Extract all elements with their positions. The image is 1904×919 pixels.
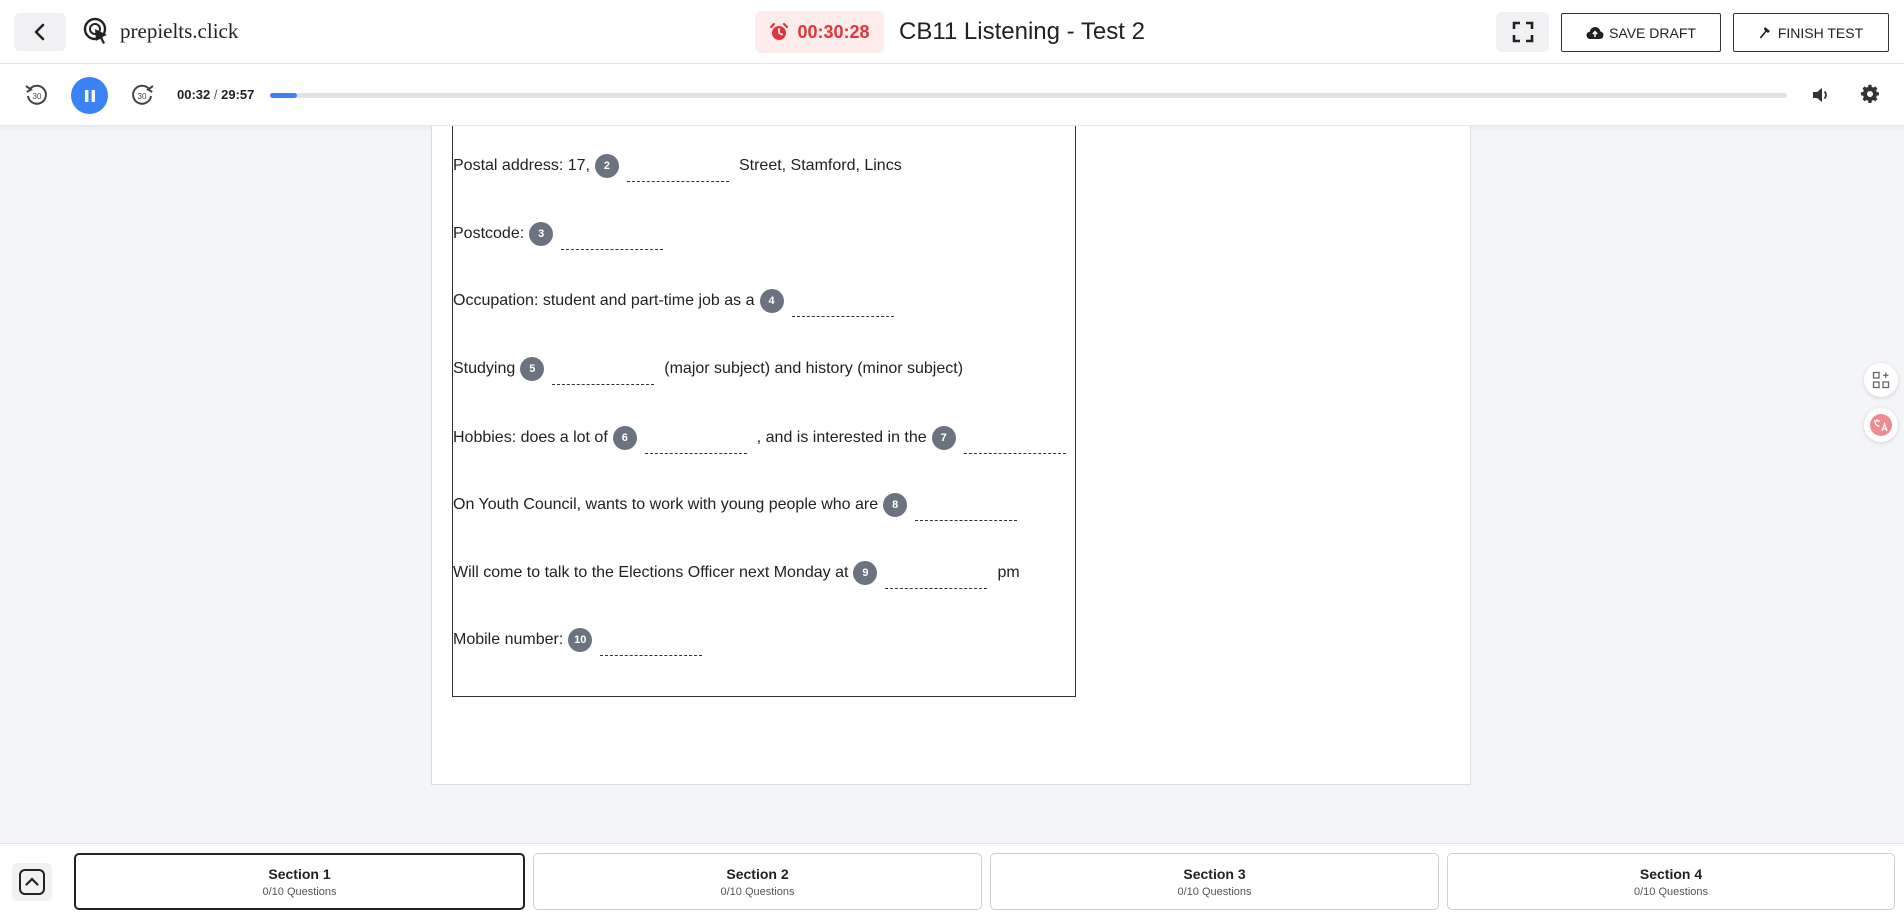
question-8-text: On Youth Council, wants to work with you…	[453, 496, 879, 513]
question-10-number: 10	[568, 628, 593, 652]
logo-text: prepielts.click	[120, 18, 239, 43]
chevron-up-icon	[19, 869, 45, 895]
section-tab-1-name: Section 1	[268, 865, 331, 882]
question-5-suffix: (major subject) and history (minor subje…	[664, 360, 964, 377]
question-9-input[interactable]	[885, 569, 988, 589]
question-line-4: Occupation: student and part-time job as…	[453, 289, 904, 317]
finish-test-label: FINISH TEST	[1777, 24, 1864, 41]
alarm-clock-icon	[770, 22, 789, 40]
question-8-input[interactable]	[915, 501, 1018, 521]
question-7-input[interactable]	[963, 434, 1066, 454]
audio-progress-fill	[270, 93, 298, 98]
question-line-10: Mobile number: 10	[453, 628, 712, 656]
section-tab-4[interactable]: Section 4 0/10 Questions	[1447, 853, 1895, 910]
countdown-timer: 00:30:28	[755, 11, 884, 53]
question-2-input[interactable]	[626, 162, 729, 182]
top-header: prepielts.click 00:30:28 CB11 Listening …	[0, 0, 1904, 64]
question-5-input[interactable]	[552, 365, 655, 385]
translate-button[interactable]	[1864, 408, 1898, 442]
question-line-5: Studying 5 (major subject) and history (…	[453, 357, 964, 385]
hammer-icon	[1759, 26, 1770, 38]
save-draft-label: SAVE DRAFT	[1609, 24, 1696, 41]
fullscreen-icon	[1512, 21, 1533, 43]
section-tab-2[interactable]: Section 2 0/10 Questions	[533, 853, 982, 910]
section-tab-3-name: Section 3	[1183, 865, 1246, 882]
question-6-number: 6	[612, 426, 637, 450]
volume-button[interactable]	[1809, 84, 1833, 108]
question-10-input[interactable]	[600, 636, 703, 656]
playback-time: 00:32 / 29:57	[177, 87, 254, 102]
question-9-text: Will come to talk to the Elections Offic…	[453, 564, 849, 581]
finish-test-button[interactable]: FINISH TEST	[1733, 13, 1889, 52]
audio-player: 30 30 00:32 / 29:57	[0, 64, 1904, 126]
cloud-upload-icon	[1586, 26, 1604, 39]
question-4-number: 4	[759, 289, 784, 313]
question-line-8: On Youth Council, wants to work with you…	[453, 493, 1027, 521]
question-3-input[interactable]	[561, 230, 664, 250]
timer-value: 00:30:28	[797, 21, 870, 42]
question-6-suffix: , and is interested in the	[756, 429, 927, 446]
section-tab-1[interactable]: Section 1 0/10 Questions	[74, 853, 525, 910]
section-tab-4-name: Section 4	[1639, 865, 1703, 882]
volume-icon	[1813, 87, 1827, 102]
question-7-number: 7	[931, 426, 956, 450]
grid-add-icon	[1872, 371, 1890, 389]
translate-icon	[1870, 414, 1892, 436]
settings-button[interactable]	[1858, 83, 1882, 107]
question-2-suffix: Street, Stamford, Lincs	[738, 157, 902, 174]
section-tab-1-count: 0/10 Questions	[262, 885, 337, 898]
expand-panel-button[interactable]	[12, 863, 52, 901]
logo[interactable]: prepielts.click	[82, 16, 238, 46]
question-8-number: 8	[883, 493, 908, 517]
rewind-icon: 30	[25, 84, 47, 105]
question-2-text: Postal address: 17,	[453, 157, 590, 174]
audio-progress-bar[interactable]	[270, 93, 1787, 98]
section-tab-4-count: 0/10 Questions	[1634, 885, 1708, 898]
question-10-text: Mobile number:	[453, 631, 564, 648]
question-4-input[interactable]	[791, 297, 894, 317]
section-tab-2-count: 0/10 Questions	[720, 885, 795, 898]
pause-icon	[84, 89, 95, 102]
save-draft-button[interactable]: SAVE DRAFT	[1561, 13, 1721, 52]
question-line-2: Postal address: 17, 2 Street, Stamford, …	[453, 154, 902, 182]
question-2-number: 2	[594, 154, 619, 178]
widget-grid-button[interactable]	[1864, 363, 1898, 397]
time-separator: /	[210, 87, 222, 102]
question-9-suffix: pm	[997, 564, 1020, 581]
question-line-9: Will come to talk to the Elections Offic…	[453, 561, 1020, 589]
rewind-seconds: 30	[33, 92, 42, 101]
question-3-number: 3	[529, 222, 554, 246]
fullscreen-button[interactable]	[1496, 12, 1549, 52]
question-6-text: Hobbies: does a lot of	[453, 429, 608, 446]
total-time: 29:57	[221, 87, 255, 102]
section-tab-2-name: Section 2	[726, 865, 789, 882]
forward-seconds: 30	[138, 92, 147, 101]
test-title: CB11 Listening - Test 2	[899, 18, 1145, 45]
question-5-text: Studying	[453, 360, 516, 377]
logo-icon	[83, 17, 107, 44]
section-tab-3[interactable]: Section 3 0/10 Questions	[990, 853, 1439, 910]
section-tab-3-count: 0/10 Questions	[1177, 885, 1252, 898]
question-3-text: Postcode:	[453, 225, 525, 242]
question-line-6-7: Hobbies: does a lot of 6 , and is intere…	[453, 426, 1076, 454]
question-6-input[interactable]	[644, 434, 747, 454]
pause-button[interactable]	[71, 77, 108, 114]
question-line-3: Postcode: 3	[453, 222, 673, 250]
current-time: 00:32	[177, 87, 211, 102]
form-completion-box	[452, 126, 1076, 697]
rewind-30-button[interactable]: 30	[22, 80, 52, 110]
section-navigation: Section 1 0/10 Questions Section 2 0/10 …	[0, 843, 1904, 919]
forward-icon: 30	[132, 84, 154, 105]
question-4-text: Occupation: student and part-time job as…	[453, 292, 755, 309]
back-button[interactable]	[14, 13, 66, 51]
gear-icon	[1860, 84, 1879, 103]
chevron-left-icon	[34, 23, 45, 41]
forward-30-button[interactable]: 30	[127, 80, 157, 110]
question-9-number: 9	[853, 561, 878, 585]
question-5-number: 5	[520, 357, 545, 381]
